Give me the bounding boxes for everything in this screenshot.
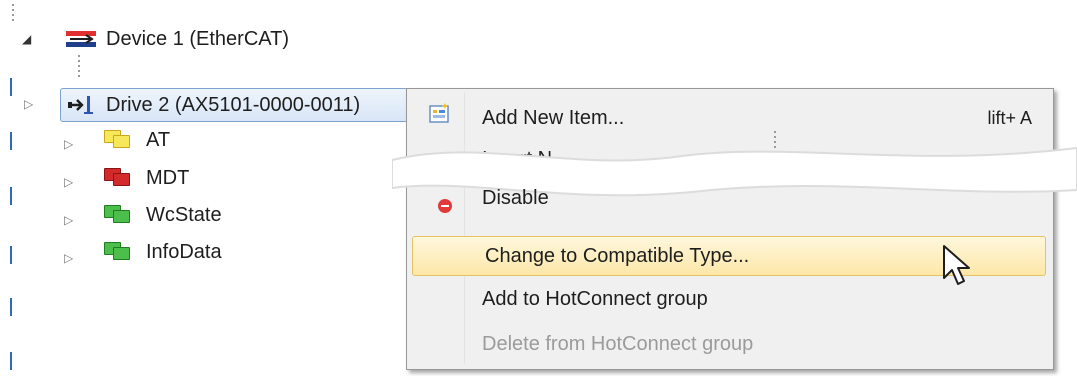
yellow-box-icon	[104, 130, 130, 148]
green-box-icon	[104, 242, 130, 260]
drive-label[interactable]: Drive 2 (AX5101-0000-0011)	[106, 93, 360, 117]
menu-dotted-line	[774, 131, 776, 151]
red-box-icon	[104, 168, 130, 186]
menu-item-add-new-item[interactable]: Add New Item... lift+ A	[412, 99, 1044, 137]
expand-arrow-icon[interactable]: ▷	[64, 251, 73, 265]
menu-item-shortcut: lift+ A	[987, 108, 1032, 128]
menu-item-delete-hotconnect: Delete from HotConnect group	[482, 333, 754, 355]
menu-item-disable[interactable]: Disable	[412, 186, 1044, 224]
tree-child-label[interactable]: MDT	[146, 166, 189, 190]
expand-arrow-icon[interactable]: ▷	[64, 213, 73, 227]
tree-dotted-line	[78, 55, 80, 77]
expand-arrow-icon[interactable]: ▷	[64, 175, 73, 189]
ethercat-device-icon	[66, 31, 96, 47]
green-box-icon	[104, 205, 130, 223]
drive-icon	[68, 96, 93, 114]
tree-guide-line	[10, 298, 12, 316]
tree-guide-line	[10, 78, 12, 96]
tree-guide-line	[10, 132, 12, 150]
device-label[interactable]: Device 1 (EtherCAT)	[106, 27, 289, 51]
expand-arrow-icon[interactable]: ▷	[64, 137, 73, 151]
mouse-pointer-icon	[943, 245, 970, 285]
expand-arrow-icon[interactable]: ▷	[24, 97, 33, 111]
tree-child-label[interactable]: AT	[146, 128, 170, 152]
collapse-arrow-icon[interactable]: ◢	[22, 32, 31, 46]
tree-dotted-line	[12, 4, 14, 22]
tree-child-label[interactable]: InfoData	[146, 240, 222, 264]
tree-child-label[interactable]: WcState	[146, 203, 222, 227]
tree-guide-line	[10, 352, 12, 370]
tree-guide-line	[10, 246, 12, 264]
tree-guide-line	[10, 187, 12, 205]
